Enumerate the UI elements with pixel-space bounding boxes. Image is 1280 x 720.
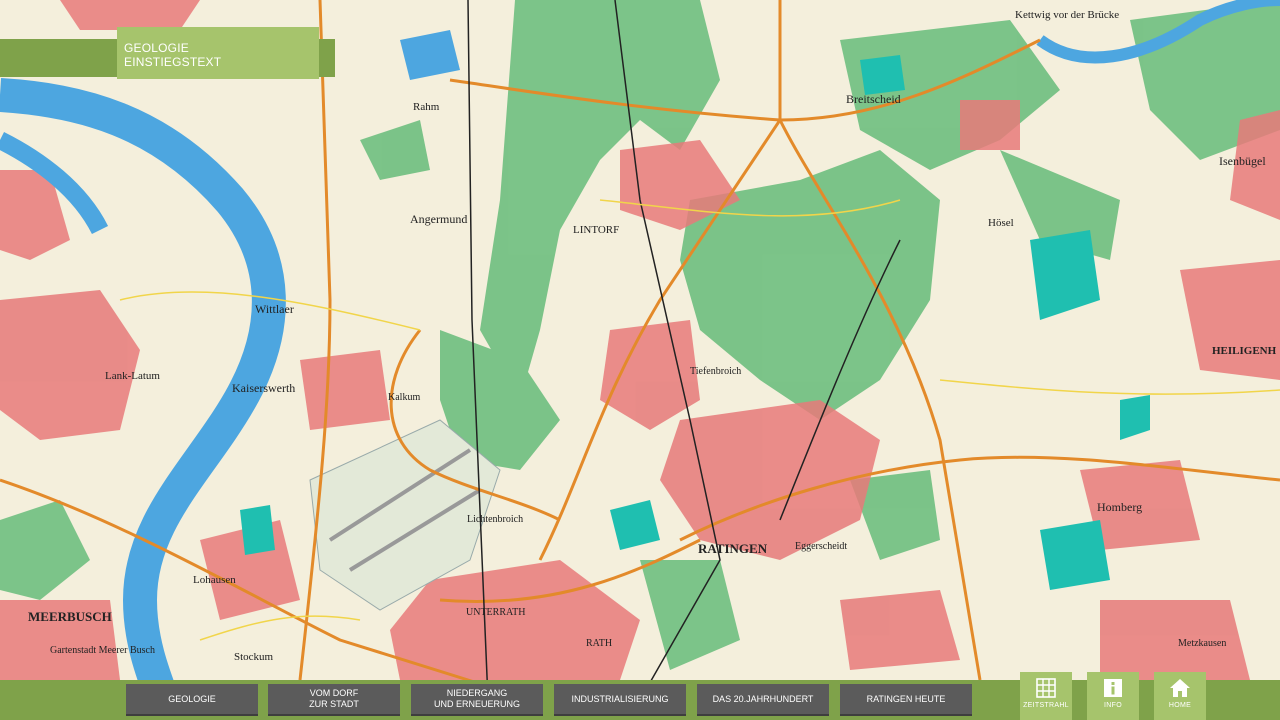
header-title-line1: GEOLOGIE xyxy=(124,41,189,55)
header-title-line2: EINSTIEGSTEXT xyxy=(124,55,222,69)
label-lohausen: Lohausen xyxy=(193,574,236,586)
nav-industrialisierung-button[interactable]: INDUSTRIALISIERUNG xyxy=(554,684,686,716)
label-hoesel: Hösel xyxy=(988,217,1014,229)
label-lintorf: LINTORF xyxy=(573,224,619,236)
label-isenbuegel: Isenbügel xyxy=(1219,154,1266,168)
label-wittlaer: Wittlaer xyxy=(255,302,294,316)
label-heiligenhaus: HEILIGENH xyxy=(1212,345,1277,357)
label-ratingen: RATINGEN xyxy=(698,541,768,556)
label-metzkausen: Metzkausen xyxy=(1178,638,1226,649)
nav-geologie-button[interactable]: GEOLOGIE xyxy=(126,684,258,716)
header-title-box: GEOLOGIE EINSTIEGSTEXT xyxy=(117,27,319,79)
label-gartenstadt: Gartenstadt Meerer Busch xyxy=(50,645,155,656)
label-lank-latum: Lank-Latum xyxy=(105,370,160,382)
label-angermund: Angermund xyxy=(410,212,467,226)
nav-label-line1: RATINGEN HEUTE xyxy=(866,693,946,704)
nav-label-line1: NIEDERGANG xyxy=(446,688,508,698)
home-button[interactable]: HOME xyxy=(1154,672,1206,720)
grid-icon xyxy=(1036,678,1056,698)
label-rahm: Rahm xyxy=(413,101,440,113)
label-kaiserswerth: Kaiserswerth xyxy=(232,381,295,395)
label-breitscheid: Breitscheid xyxy=(846,92,901,106)
info-label: INFO xyxy=(1104,702,1122,709)
topographic-map[interactable]: RATINGEN LINTORF MEERBUSCH Kaiserswerth … xyxy=(0,0,1280,720)
label-meerbusch: MEERBUSCH xyxy=(28,609,112,624)
label-homberg: Homberg xyxy=(1097,500,1142,514)
info-icon xyxy=(1104,679,1122,697)
label-stockum: Stockum xyxy=(234,651,274,663)
info-button[interactable]: INFO xyxy=(1087,672,1139,720)
nav-label-line1: VOM DORF xyxy=(309,688,359,698)
label-eggerscheidt: Eggerscheidt xyxy=(795,541,847,552)
nav-label-line1: GEOLOGIE xyxy=(168,693,216,704)
nav-label-line1: DAS 20.JAHRHUNDERT xyxy=(712,693,814,704)
nav-20-jahrhundert-button[interactable]: DAS 20.JAHRHUNDERT xyxy=(697,684,829,716)
home-label: HOME xyxy=(1168,702,1192,709)
nav-vom-dorf-button[interactable]: VOM DORF ZUR STADT xyxy=(268,684,400,716)
nav-label-line1: INDUSTRIALISIERUNG xyxy=(571,693,669,704)
nav-label-line2: UND ERNEUERUNG xyxy=(433,699,520,709)
nav-niedergang-button[interactable]: NIEDERGANG UND ERNEUERUNG xyxy=(411,684,543,716)
home-icon xyxy=(1170,679,1190,697)
label-rath: RATH xyxy=(586,638,612,649)
label-tiefenbroich: Tiefenbroich xyxy=(690,366,741,377)
label-kalkum: Kalkum xyxy=(388,392,420,403)
nav-label-line2: ZUR STADT xyxy=(309,699,359,709)
zeitstrahl-button[interactable]: ZEITSTRAHL xyxy=(1020,672,1072,720)
zeitstrahl-label: ZEITSTRAHL xyxy=(1023,702,1069,709)
label-kettwig: Kettwig vor der Brücke xyxy=(1015,9,1119,21)
label-unterrath: UNTERRATH xyxy=(466,607,525,618)
label-lichtenbroich: Lichtenbroich xyxy=(467,514,523,525)
nav-ratingen-heute-button[interactable]: RATINGEN HEUTE xyxy=(840,684,972,716)
